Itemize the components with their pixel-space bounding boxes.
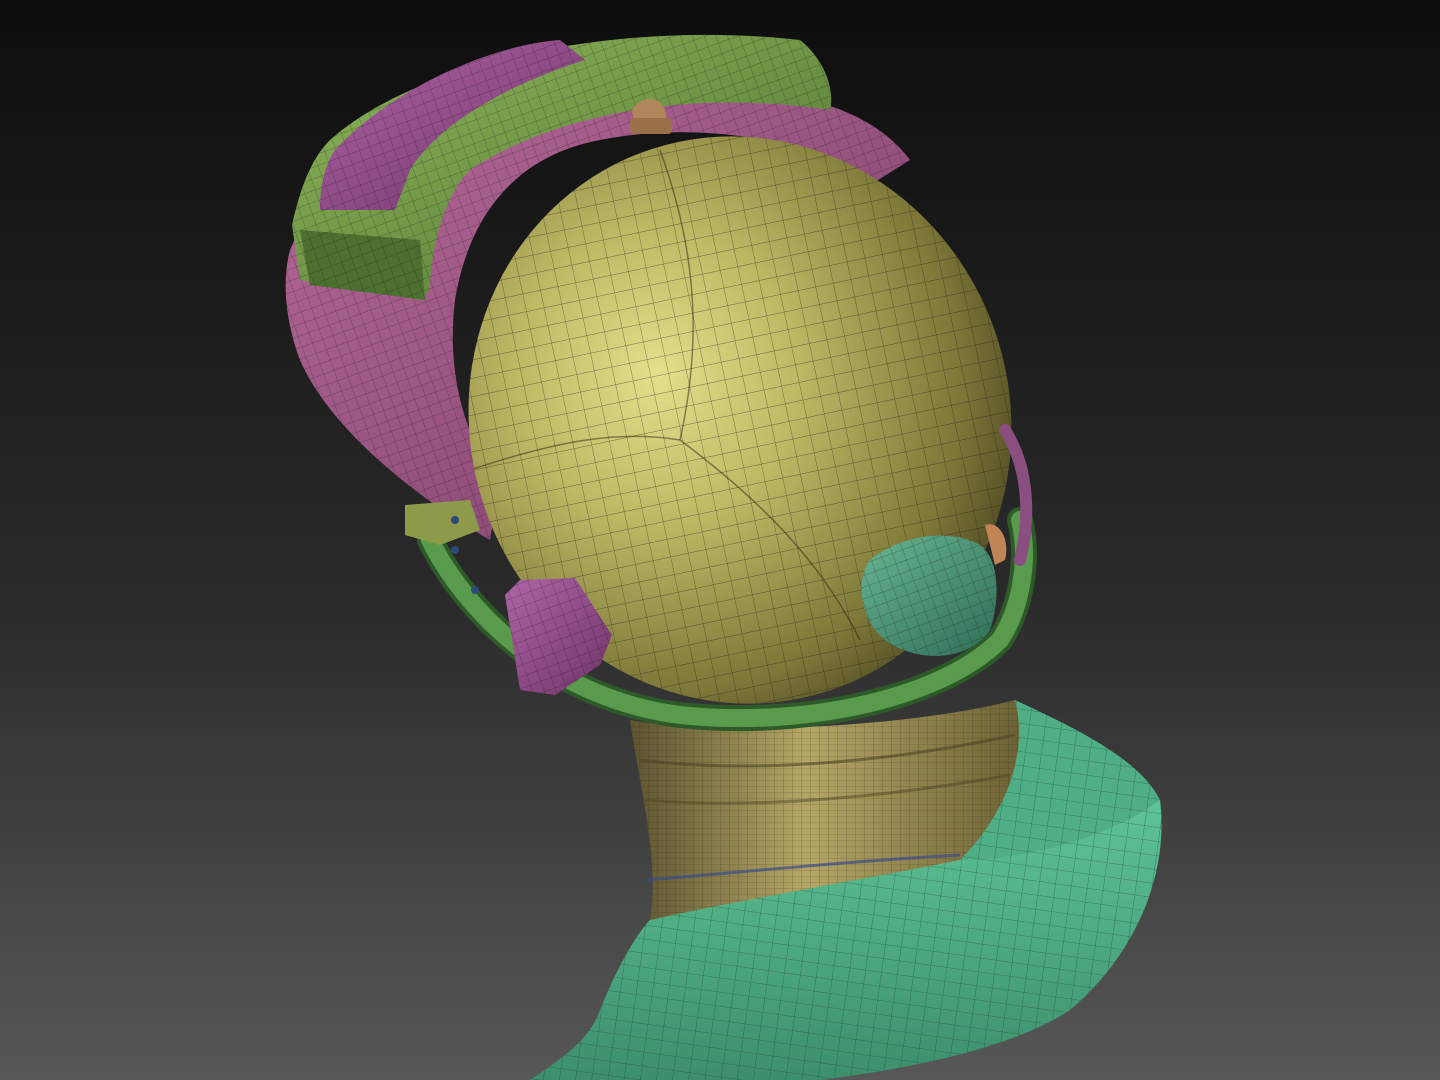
3d-viewport (0, 0, 1440, 1080)
helmet-render (0, 0, 1440, 1080)
